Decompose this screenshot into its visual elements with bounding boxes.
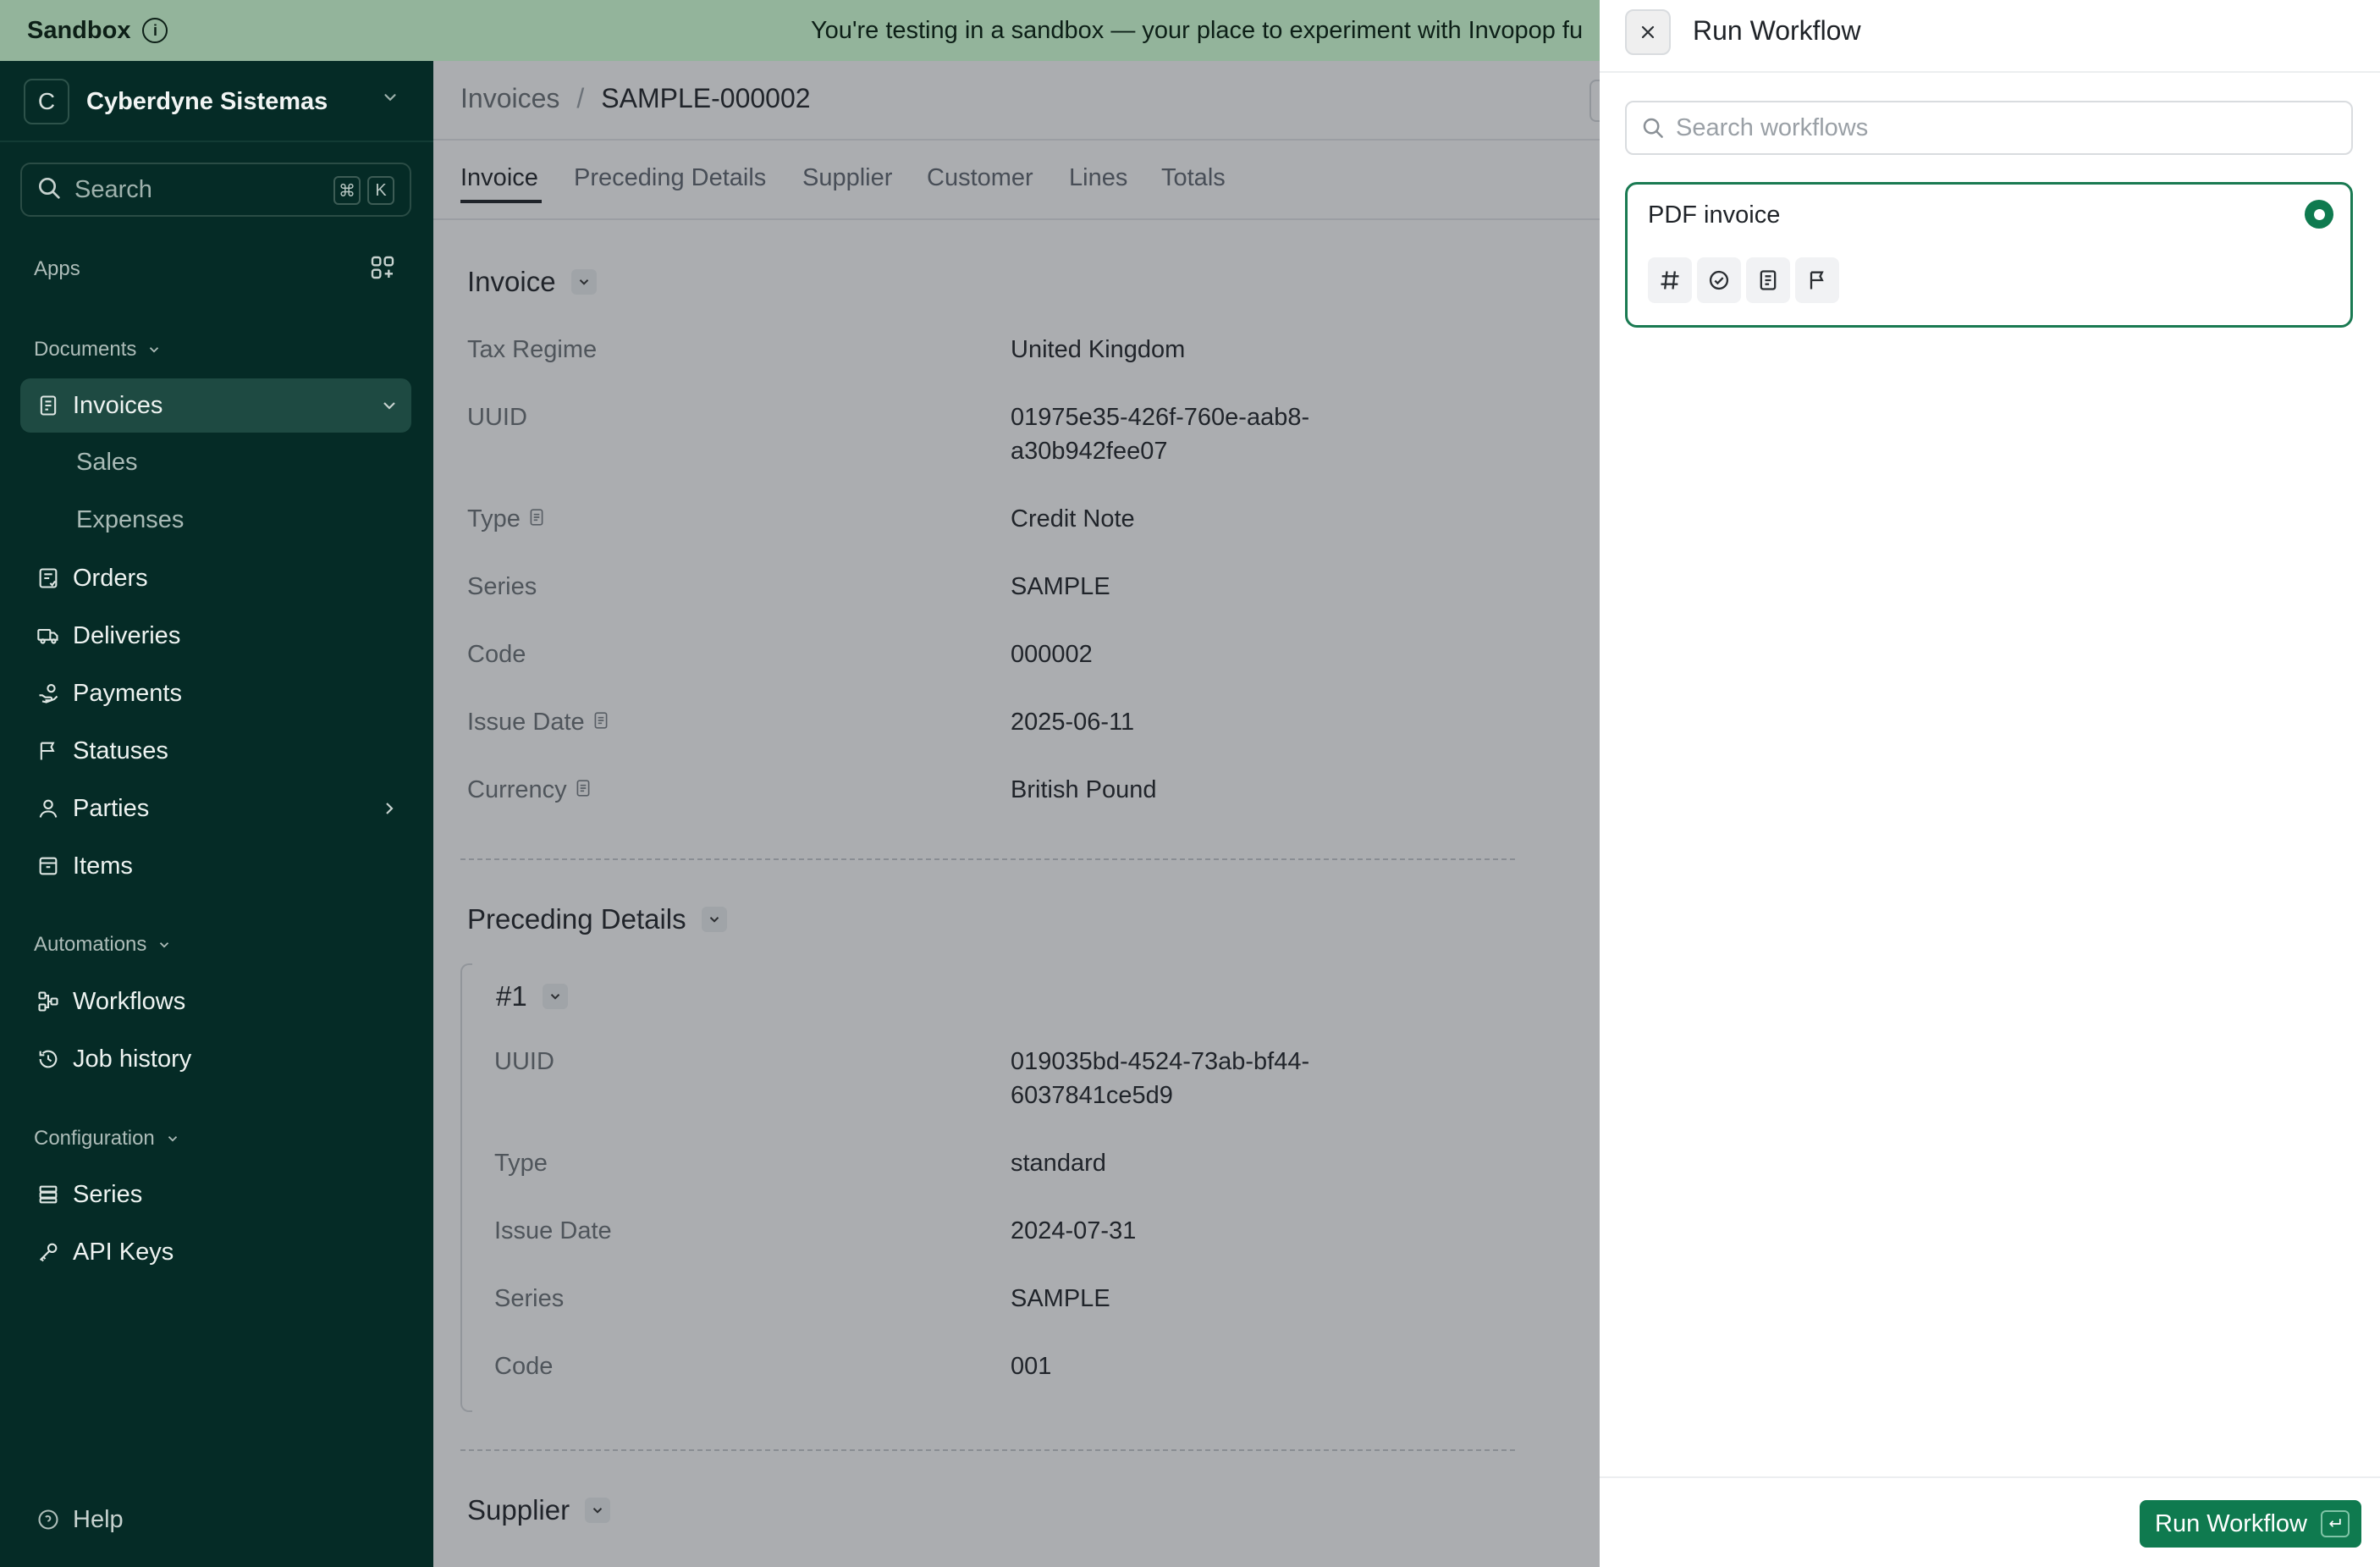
configuration-section[interactable]: Configuration: [34, 1127, 180, 1150]
sidebar-item-deliveries[interactable]: Deliveries: [20, 609, 411, 663]
sidebar-item-label: Orders: [73, 564, 148, 592]
orders-icon: [34, 564, 63, 593]
sidebar-subitem-sales[interactable]: Sales: [76, 449, 138, 477]
box-icon: [34, 852, 63, 880]
sidebar-item-label: API Keys: [73, 1238, 174, 1266]
panel-footer: Run Workflow: [1600, 1476, 2380, 1567]
sidebar-item-job-history[interactable]: Job history: [20, 1032, 411, 1086]
chevron-down-icon: [381, 88, 399, 112]
sandbox-title: Sandbox: [27, 16, 131, 44]
sidebar-item-label: Deliveries: [73, 621, 181, 649]
sidebar-item-label: Series: [73, 1180, 143, 1208]
enter-key-icon: [2321, 1510, 2350, 1537]
workflow-radio-selected[interactable]: [2305, 200, 2333, 229]
sidebar-item-label: Invoices: [73, 391, 163, 419]
sidebar-divider: [0, 141, 433, 142]
documents-label: Documents: [34, 338, 137, 361]
history-icon: [34, 1045, 63, 1073]
stack-icon: [34, 1180, 63, 1209]
sidebar-item-label: Workflows: [73, 987, 186, 1015]
sidebar-item-parties[interactable]: Parties: [20, 781, 411, 836]
run-workflow-panel: Run Workflow PDF invoice Run Workflow: [1600, 0, 2380, 1567]
document-icon: [1746, 257, 1790, 303]
sidebar-item-invoices[interactable]: Invoices: [20, 378, 411, 433]
hash-icon: [1648, 257, 1692, 303]
chevron-down-icon: [160, 942, 169, 948]
search-icon: [36, 174, 63, 206]
check-circle-icon: [1697, 257, 1741, 303]
sandbox-label-group: Sandbox i: [27, 0, 168, 61]
workspace-switcher[interactable]: C Cyberdyne Sistemas: [24, 76, 410, 127]
workspace-avatar: C: [24, 79, 69, 124]
user-icon: [34, 794, 63, 823]
workflow-option-pdf-invoice[interactable]: PDF invoice: [1625, 182, 2353, 328]
sandbox-message: You're testing in a sandbox — your place…: [811, 17, 1584, 44]
run-workflow-label: Run Workflow: [2155, 1509, 2307, 1537]
workflow-name: PDF invoice: [1648, 201, 1781, 229]
command-key-hint: ⌘: [333, 176, 361, 205]
chevron-down-icon: [379, 395, 399, 420]
workspace-name: Cyberdyne Sistemas: [86, 87, 328, 115]
close-icon: [1641, 25, 1655, 39]
apps-label: Apps: [34, 257, 80, 280]
help-icon: [34, 1505, 63, 1534]
workflow-search-input[interactable]: [1676, 113, 2336, 142]
sidebar-item-label: Job history: [73, 1045, 192, 1073]
apps-grid-icon[interactable]: [369, 254, 396, 285]
apps-section: Apps: [34, 257, 80, 281]
sidebar-item-workflows[interactable]: Workflows: [20, 974, 411, 1029]
modal-backdrop[interactable]: [433, 61, 1600, 1567]
automations-section[interactable]: Automations: [34, 933, 172, 957]
sidebar-item-orders[interactable]: Orders: [20, 551, 411, 605]
invoice-icon: [34, 391, 63, 420]
sidebar-item-items[interactable]: Items: [20, 839, 411, 893]
info-icon[interactable]: i: [142, 18, 168, 43]
flag-icon: [1795, 257, 1839, 303]
search-icon: [1643, 118, 1663, 138]
chevron-right-icon: [379, 798, 399, 823]
flag-icon: [34, 737, 63, 765]
documents-section[interactable]: Documents: [34, 338, 162, 361]
sidebar: C Cyberdyne Sistemas Search ⌘ K Apps Doc…: [0, 61, 433, 1567]
sidebar-item-help[interactable]: Help: [20, 1493, 411, 1547]
sidebar-item-label: Payments: [73, 679, 182, 707]
sidebar-subitem-expenses[interactable]: Expenses: [76, 506, 184, 534]
sidebar-search[interactable]: Search ⌘ K: [20, 163, 411, 217]
chevron-down-icon: [168, 1136, 177, 1142]
workflow-icon: [34, 987, 63, 1016]
run-workflow-button[interactable]: Run Workflow: [2140, 1500, 2361, 1548]
key-icon: [34, 1238, 63, 1266]
sidebar-item-api-keys[interactable]: API Keys: [20, 1225, 411, 1279]
workflow-search: [1625, 101, 2353, 155]
configuration-label: Configuration: [34, 1127, 155, 1150]
sidebar-item-series[interactable]: Series: [20, 1167, 411, 1222]
panel-header: Run Workflow: [1600, 0, 2380, 73]
sidebar-item-label: Items: [73, 852, 133, 880]
sidebar-item-statuses[interactable]: Statuses: [20, 724, 411, 778]
radio-dot: [2313, 208, 2325, 220]
sidebar-item-label: Parties: [73, 794, 150, 822]
sidebar-item-label: Statuses: [73, 737, 168, 764]
panel-title: Run Workflow: [1693, 15, 1861, 46]
search-placeholder: Search: [74, 175, 152, 203]
k-key-hint: K: [367, 176, 394, 205]
automations-label: Automations: [34, 933, 147, 956]
close-button[interactable]: [1625, 9, 1671, 55]
workflow-steps: [1648, 257, 1839, 303]
sidebar-item-payments[interactable]: Payments: [20, 666, 411, 720]
truck-icon: [34, 621, 63, 650]
hand-coin-icon: [34, 679, 63, 708]
chevron-down-icon: [150, 347, 159, 353]
sidebar-item-label: Help: [73, 1505, 124, 1533]
